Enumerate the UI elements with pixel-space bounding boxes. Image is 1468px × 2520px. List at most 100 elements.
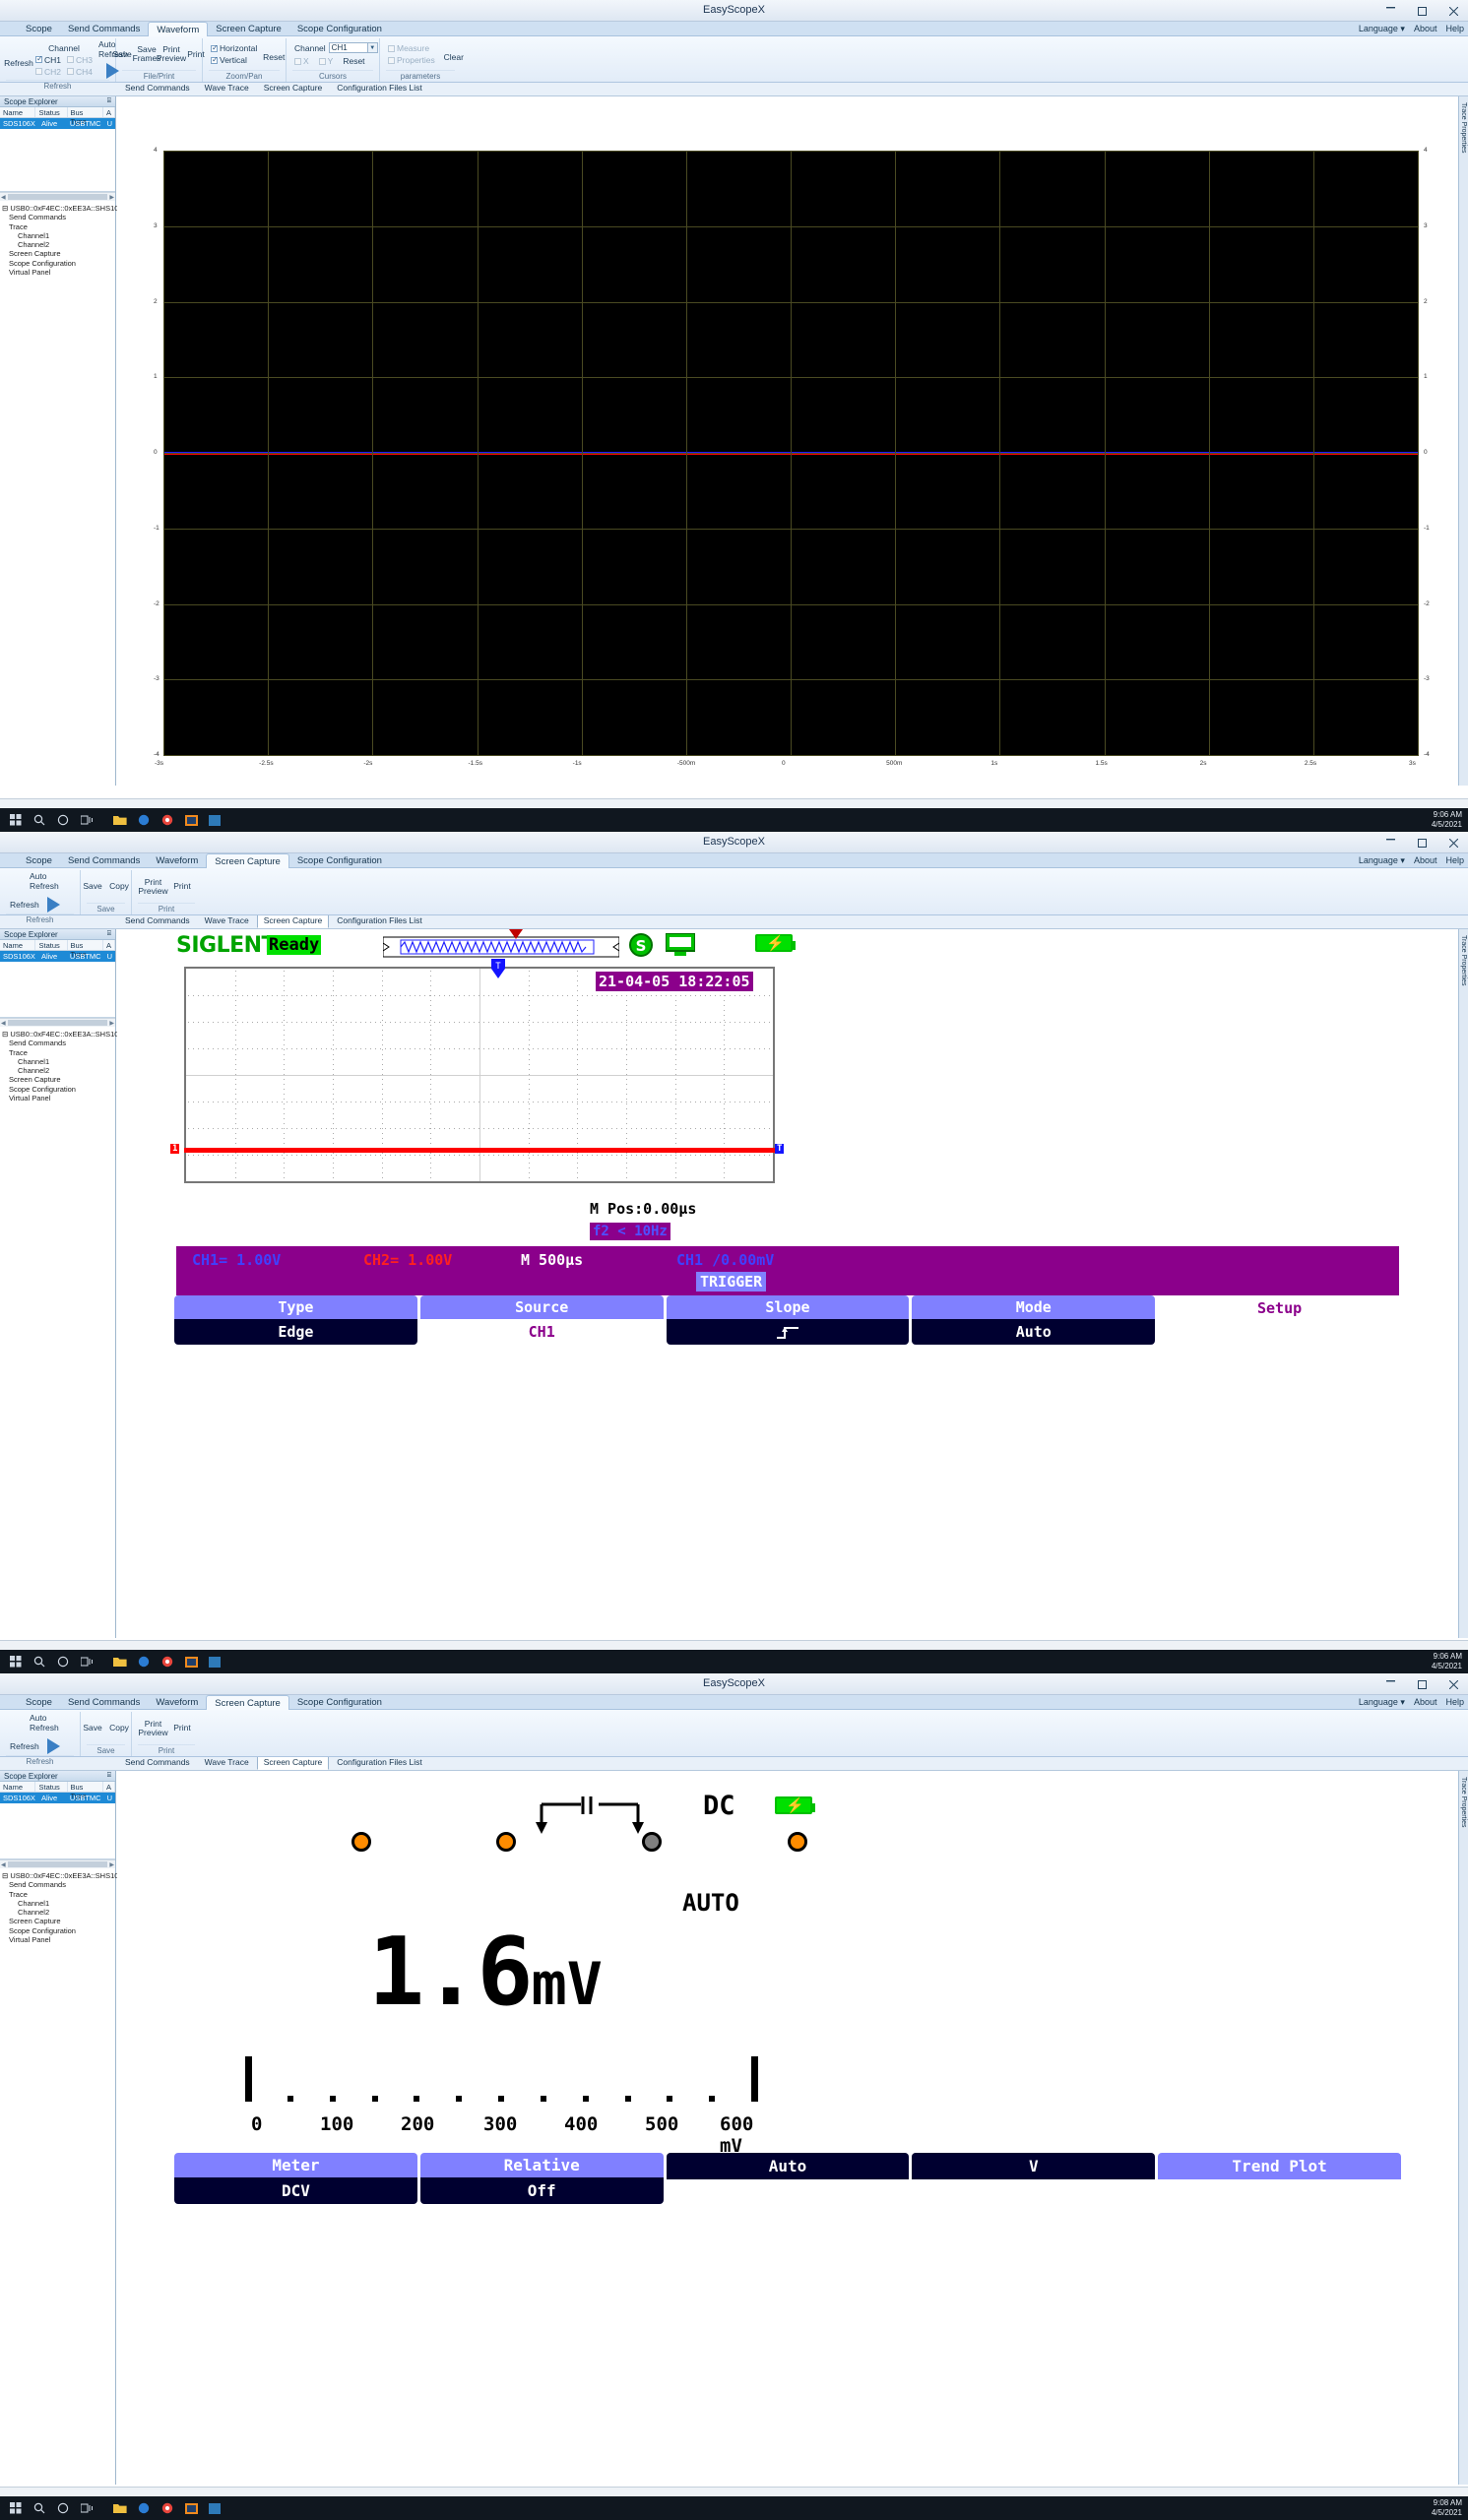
- refresh-button-1[interactable]: Refresh: [4, 58, 33, 68]
- app-icon-3[interactable]: [203, 2496, 226, 2520]
- channel1-level-marker[interactable]: 1: [170, 1144, 180, 1154]
- about-link-3[interactable]: About: [1414, 1697, 1437, 1708]
- easyscope-icon-1[interactable]: [179, 808, 203, 832]
- close-icon-3[interactable]: [1444, 1675, 1462, 1694]
- input-jack-3[interactable]: [642, 1832, 662, 1852]
- print-preview-button-2[interactable]: Print Preview: [138, 877, 167, 896]
- ribbon-tab-screen-capture-1[interactable]: Screen Capture: [208, 22, 289, 37]
- start-icon-2[interactable]: [4, 1650, 28, 1673]
- menu-button-meter[interactable]: Meter DCV: [174, 2153, 417, 2204]
- checkbox-ch3-1[interactable]: CH3: [67, 55, 93, 65]
- explorer-hscrollbar-3[interactable]: ◀ ▶: [0, 1859, 115, 1868]
- scroll-left-icon-2[interactable]: ◀: [1, 1020, 6, 1027]
- menu-button-type[interactable]: Type Edge: [174, 1295, 417, 1345]
- tree-root-2[interactable]: ⊟ USB0::0xF4EC::0xEE3A::SHS10HAQ2R0: [2, 1030, 148, 1039]
- save-button-2[interactable]: Save: [82, 882, 103, 891]
- menu-button-setup[interactable]: Setup: [1158, 1295, 1401, 1345]
- column-header-name-1[interactable]: Name: [0, 107, 36, 117]
- language-menu-1[interactable]: Language ▾: [1359, 24, 1405, 34]
- search-icon-3[interactable]: [28, 2496, 51, 2520]
- task-view-icon-2[interactable]: [75, 1650, 98, 1673]
- pin-icon-3[interactable]: ⌸: [107, 1772, 111, 1780]
- scroll-thumb-3[interactable]: [7, 1861, 108, 1867]
- start-icon-1[interactable]: [4, 808, 28, 832]
- clock-3[interactable]: 9:08 AM 4/5/2021: [1432, 2498, 1462, 2518]
- ribbon-tab-screen-capture-2[interactable]: Screen Capture: [206, 853, 289, 869]
- trace-properties-dock-2[interactable]: Trace Properties: [1458, 929, 1468, 1638]
- app-icon-2[interactable]: [203, 1650, 226, 1673]
- input-jack-1[interactable]: [351, 1832, 371, 1852]
- tree-item-channel2-1[interactable]: Channel2: [2, 240, 49, 249]
- about-link-1[interactable]: About: [1414, 24, 1437, 34]
- column-header-status-1[interactable]: Status: [35, 107, 68, 117]
- column-header-name-2[interactable]: Name: [0, 940, 36, 950]
- doc-tab-send-commands-1[interactable]: Send Commands: [118, 81, 197, 95]
- print-button-2[interactable]: Print: [171, 882, 193, 891]
- search-icon-2[interactable]: [28, 1650, 51, 1673]
- doc-tab-send-commands-3[interactable]: Send Commands: [118, 1755, 197, 1770]
- trace-properties-dock-1[interactable]: Trace Properties: [1458, 96, 1468, 786]
- column-header-a-2[interactable]: A: [103, 940, 115, 950]
- ribbon-tab-scope-2[interactable]: Scope: [18, 853, 60, 869]
- tree-root-3[interactable]: ⊟ USB0::0xF4EC::0xEE3A::SHS10HAQ2R0: [2, 1871, 148, 1880]
- doc-tab-screen-capture-2[interactable]: Screen Capture: [256, 914, 330, 928]
- close-icon-1[interactable]: [1444, 2, 1462, 21]
- tree-item-screen-capture-2[interactable]: Screen Capture: [2, 1075, 61, 1084]
- zoom-reset-button-1[interactable]: Reset: [263, 52, 285, 62]
- tree-item-scope-configuration-1[interactable]: Scope Configuration: [2, 259, 76, 268]
- tree-item-channel2-3[interactable]: Channel2: [2, 1908, 49, 1917]
- clear-button-1[interactable]: Clear: [443, 52, 465, 62]
- table-row-device-3[interactable]: SDS106X Alive USBTMC U: [0, 1793, 115, 1803]
- minimize-icon-2[interactable]: [1381, 834, 1399, 852]
- help-link-3[interactable]: Help: [1445, 1697, 1464, 1708]
- minimize-icon-1[interactable]: [1381, 2, 1399, 21]
- file-explorer-icon-1[interactable]: [108, 808, 132, 832]
- column-header-status-3[interactable]: Status: [35, 1782, 68, 1792]
- pin-icon-2[interactable]: ⌸: [107, 930, 111, 938]
- checkbox-vertical-1[interactable]: Vertical: [211, 55, 257, 65]
- input-jack-4[interactable]: [788, 1832, 807, 1852]
- doc-tab-screen-capture-3[interactable]: Screen Capture: [256, 1755, 330, 1770]
- search-icon-1[interactable]: [28, 808, 51, 832]
- ribbon-tab-waveform-1[interactable]: Waveform: [148, 22, 209, 37]
- menu-button-relative[interactable]: Relative Off: [419, 2153, 664, 2204]
- checkbox-cursor-y-1[interactable]: Y: [318, 56, 333, 66]
- tree-item-channel2-2[interactable]: Channel2: [2, 1066, 49, 1075]
- close-icon-2[interactable]: [1444, 834, 1462, 852]
- doc-tab-screen-capture-1[interactable]: Screen Capture: [257, 81, 330, 95]
- about-link-2[interactable]: About: [1414, 855, 1437, 866]
- column-header-bustype-2[interactable]: Bus Type: [68, 940, 103, 959]
- tree-item-trace-3[interactable]: Trace: [2, 1890, 28, 1899]
- doc-tab-wave-trace-1[interactable]: Wave Trace: [198, 81, 256, 95]
- column-header-bustype-1[interactable]: Bus Type: [68, 107, 103, 126]
- checkbox-horizontal-1[interactable]: Horizontal: [211, 43, 257, 53]
- file-explorer-icon-2[interactable]: [108, 1650, 132, 1673]
- copy-button-2[interactable]: Copy: [108, 882, 130, 891]
- ribbon-tab-scope-configuration-1[interactable]: Scope Configuration: [289, 22, 390, 37]
- menu-button-range[interactable]: Auto: [666, 2153, 910, 2204]
- cortana-icon-3[interactable]: [51, 2496, 75, 2520]
- language-menu-3[interactable]: Language ▾: [1359, 1697, 1405, 1708]
- menu-button-slope[interactable]: Slope: [666, 1295, 910, 1345]
- app-icon-1[interactable]: [203, 808, 226, 832]
- easyscope-icon-3[interactable]: [179, 2496, 203, 2520]
- trigger-level-marker[interactable]: T: [775, 1144, 785, 1154]
- task-view-icon-3[interactable]: [75, 2496, 98, 2520]
- ribbon-tab-scope-3[interactable]: Scope: [18, 1695, 60, 1711]
- tree-item-send-commands-2[interactable]: Send Commands: [2, 1039, 66, 1047]
- maximize-icon-2[interactable]: [1413, 834, 1431, 852]
- column-header-bustype-3[interactable]: Bus Type: [68, 1782, 103, 1800]
- scroll-left-icon-1[interactable]: ◀: [1, 194, 6, 201]
- print-preview-button-3[interactable]: Print Preview: [138, 1719, 167, 1737]
- scroll-right-icon-1[interactable]: ▶: [109, 194, 114, 201]
- scroll-right-icon-2[interactable]: ▶: [109, 1020, 114, 1027]
- tree-item-send-commands-1[interactable]: Send Commands: [2, 213, 66, 221]
- checkbox-ch1-1[interactable]: CH1: [35, 54, 61, 65]
- table-row-device-2[interactable]: SDS106X Alive USBTMC U: [0, 951, 115, 962]
- tree-item-virtual-panel-2[interactable]: Virtual Panel: [2, 1094, 50, 1102]
- minimize-icon-3[interactable]: [1381, 1675, 1399, 1694]
- ribbon-tab-screen-capture-3[interactable]: Screen Capture: [206, 1695, 289, 1711]
- scroll-thumb-2[interactable]: [7, 1020, 108, 1026]
- tree-item-screen-capture-1[interactable]: Screen Capture: [2, 249, 61, 258]
- play-icon-2[interactable]: [46, 897, 60, 913]
